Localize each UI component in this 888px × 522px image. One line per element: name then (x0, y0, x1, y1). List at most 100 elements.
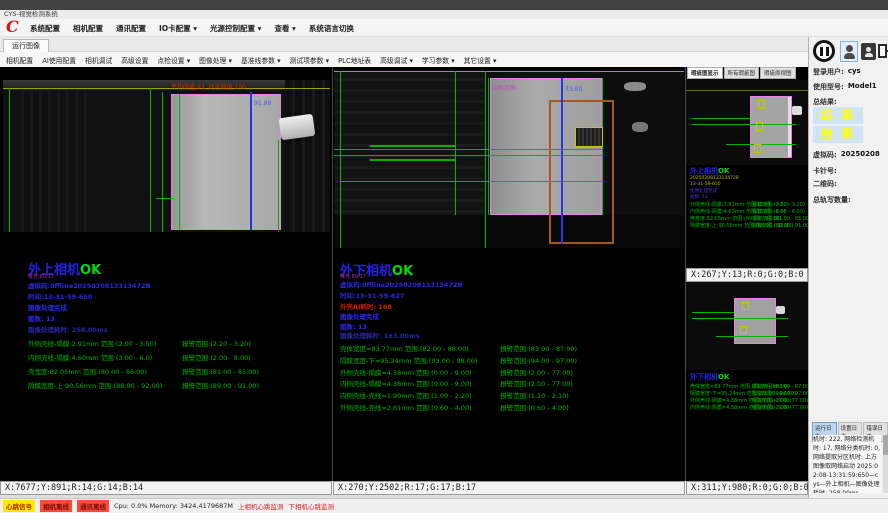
measurement-value: 隔膜宽度-下=95.24mm 范围:(93.00 - 98.00) (340, 355, 498, 365)
barcode-line: 2025020813313472B (690, 176, 739, 181)
measurement-line-green (692, 118, 750, 119)
menu-item-language-switch[interactable]: 系统语言切换 (309, 23, 354, 34)
user-icon (866, 47, 871, 52)
roi-box-orange (549, 100, 614, 244)
pause-button[interactable] (813, 40, 835, 62)
toolbar-other-settings[interactable]: 其它设置 ▾ (464, 55, 497, 65)
menu-item-light-control[interactable]: 光源控制配置 ▾ (210, 23, 261, 34)
defect-panel: 瑕疵图显示 所有瑕疵图 瑕疵原视图 外上相机OK 202502081331347… (686, 67, 808, 495)
qr-row: 二维码: (813, 179, 837, 189)
toolbar-image-processing[interactable]: 图像处理 ▾ (199, 55, 232, 65)
tab-all-defects[interactable]: 所有瑕疵图 (724, 67, 760, 79)
main-menu: 系统配置 相机配置 通讯配置 IO卡配置 ▾ 光源控制配置 ▾ 查看 ▾ 系统语… (30, 19, 354, 37)
alarm-range: 报警范围:(1.10 - 2.10) (500, 392, 569, 400)
toolbar-advanced-settings[interactable]: 高级设置 (121, 55, 148, 65)
barcode-label: 虚拟码: (813, 150, 837, 160)
barcode-row: 虚拟码: 20250208 (813, 150, 880, 160)
measurement-line-green (179, 94, 180, 230)
app-logo-icon: C (6, 17, 26, 37)
measurement-row: 隔膜宽度-上:90.56mm 范围:(88.00 - 92.00) 报警范围:(… (28, 380, 259, 390)
menu-item-view[interactable]: 查看 ▾ (274, 23, 295, 34)
measurement-value: 外侧壳线-壳线=2.61mm 范围:(0.60 - 4.00) (340, 402, 498, 412)
machine-texture (15, 90, 93, 232)
measurement-line-green (370, 145, 455, 147)
defect-image-bottom[interactable] (686, 282, 808, 370)
pixel-readout-defect-bottom: X:311;Y:980;R:0;G:0;B:0 (686, 481, 808, 495)
user-account-button[interactable] (861, 43, 876, 60)
measurement-value: 壳体宽度=83.77mm 范围:(82.00 - 88.00) (690, 383, 752, 390)
measurement-value: 壳宽度:82.05mm 范围:(80.00 - 86.00) (28, 366, 180, 376)
battery-cell-region (734, 298, 776, 344)
machine-texture (334, 70, 484, 215)
defect-image-top[interactable] (686, 80, 808, 165)
defect-measurement-row: 内侧壳线-隔膜:4.60mm 范围:(3.00 - 6.0)报警范围:(2.00… (690, 208, 805, 215)
measurement-row: 外侧壳线-隔膜=4.38mm 范围:(0.00 - 9.00) 报警范围:(2.… (340, 367, 573, 377)
defect-measurement-row: 隔膜宽度-上:90.56mm 范围:(88.00 - 92.00)报警范围:(8… (690, 222, 808, 229)
menu-item-system-config[interactable]: 系统配置 (30, 23, 60, 34)
tab-defect-original[interactable]: 瑕疵原视图 (760, 67, 796, 79)
alarm-range: 报警范围:(2.00 - 77.00) (500, 380, 573, 388)
process-done-line: 图像处理完成 (28, 302, 67, 312)
defect-box-yellow (740, 326, 747, 334)
menu-item-comm-config[interactable]: 通讯配置 (116, 23, 146, 34)
defect-measurement-row: 壳体宽度=83.77mm 范围:(82.00 - 88.00)报警范围:(83.… (690, 383, 808, 390)
menu-item-camera-config[interactable]: 相机配置 (73, 23, 103, 34)
model-label: 使用型号: (813, 82, 844, 92)
elapsed-line: 图像处理耗时: 258.00ms (28, 324, 108, 334)
toolbar-baseline-params[interactable]: 基准线参数 ▾ (241, 55, 281, 65)
measurement-value: 外侧壳线-隔膜:2.91mm 范围:(2.00 - 3.50) (28, 338, 180, 348)
pin-label: 卡针号: (813, 166, 837, 176)
tab-run-image[interactable]: 运行图像 (3, 39, 49, 52)
toolbar-test-item-params[interactable]: 测试项参数 ▾ (290, 55, 330, 65)
scrollbar-thumb[interactable] (883, 435, 888, 455)
measurement-row: 壳体宽度=83.77mm 范围:(82.00 - 88.00) 报警范围:(83… (340, 343, 577, 353)
connector-tab (279, 114, 316, 141)
camera-offline-badge: 相机离线 (40, 500, 72, 512)
measurement-value: 隔膜宽度-上:90.56mm 范围:(88.00 - 92.00) (690, 222, 752, 229)
model-row: 使用型号: Model1 (813, 82, 877, 92)
process-done-line: 图像处理完成 (340, 311, 379, 321)
measurement-line-green (162, 92, 163, 232)
measurement-row: 隔膜宽度-下=95.24mm 范围:(93.00 - 98.00) 报警范围:(… (340, 355, 577, 365)
measurement-line-blue (561, 78, 563, 244)
toolbar-advanced-debug[interactable]: 高级调试 ▾ (380, 55, 413, 65)
toolbar-plc-address-table[interactable]: PLC地址表 (338, 55, 371, 65)
user-login-button[interactable] (840, 41, 858, 62)
measure-overlay-label: 91.88 (254, 100, 271, 107)
log-scrollbar[interactable] (883, 435, 888, 493)
left-camera-image[interactable]: 平均阈值:93, 动态阈值:100 91.88 (3, 80, 330, 232)
pixel-readout-defect-top: X:267;Y:13;R:0;G:0;B:0 (686, 268, 808, 282)
measurement-line-green (692, 318, 788, 319)
menu-item-io-card-config[interactable]: IO卡配置 ▾ (159, 23, 197, 34)
camera-name: 外上相机 (690, 167, 718, 175)
measurement-line-blue (250, 92, 252, 230)
measurement-line-green (370, 159, 455, 161)
tab-strip (0, 37, 808, 52)
middle-camera-view: AI检测框 73.80 外下相机OK 曝光:80/17 虚拟码:0ffline2… (333, 67, 685, 481)
toolbar-camera-config[interactable]: 相机配置 (6, 55, 33, 65)
measurement-line-green (156, 198, 174, 199)
toolbar-spot-check[interactable]: 点检设置 ▾ (157, 55, 190, 65)
result-badge-top: 结 果 (813, 107, 863, 124)
total-result-row: 总结果: (813, 97, 837, 107)
tab-defect-display[interactable]: 瑕疵图显示 (687, 67, 723, 79)
left-camera-view: 平均阈值:93, 动态阈值:100 91.88 外上相机OK 曝光:80/17 … (0, 67, 332, 481)
user-icon (846, 45, 853, 52)
alarm-range: 报警范围:(81.00 - 85.00) (182, 368, 259, 376)
defect-measurement-row: 内侧壳线-隔膜=4.38mm 范围:(0.00 - 9.00)报警范围:(2.0… (690, 404, 808, 411)
toolbar-camera-debug[interactable]: 相机调试 (85, 55, 112, 65)
measurement-value: 内侧壳线-壳线=1.90mm 范围:(1.00 - 2.20) (340, 390, 498, 400)
login-user-label: 登录用户: (813, 67, 844, 77)
defect-measurement-row: 外侧壳线-隔膜=4.38mm 范围:(0.00 - 9.00)报警范围:(2.0… (690, 397, 808, 404)
measurement-line-green (488, 78, 489, 215)
exit-button[interactable] (878, 42, 888, 60)
middle-camera-image[interactable]: AI检测框 73.80 (334, 70, 684, 248)
measurement-row: 外侧壳线-隔膜:2.91mm 范围:(2.00 - 3.50) 报警范围:(2.… (28, 338, 251, 348)
login-user-value: cys (848, 67, 861, 77)
barcode-line: 虚拟码:0ffline2025020813313472B (340, 279, 462, 289)
measurement-line-green (9, 88, 10, 232)
measurement-value: 内侧壳线-隔膜=4.38mm 范围:(0.00 - 9.00) (340, 378, 498, 388)
measurement-value: 壳宽度:82.05mm 范围:(80.00 - 86.00) (690, 215, 752, 222)
toolbar-ai-usage-config[interactable]: AI使用配置 (42, 55, 76, 65)
toolbar-learning-params[interactable]: 学习参数 ▾ (422, 55, 455, 65)
